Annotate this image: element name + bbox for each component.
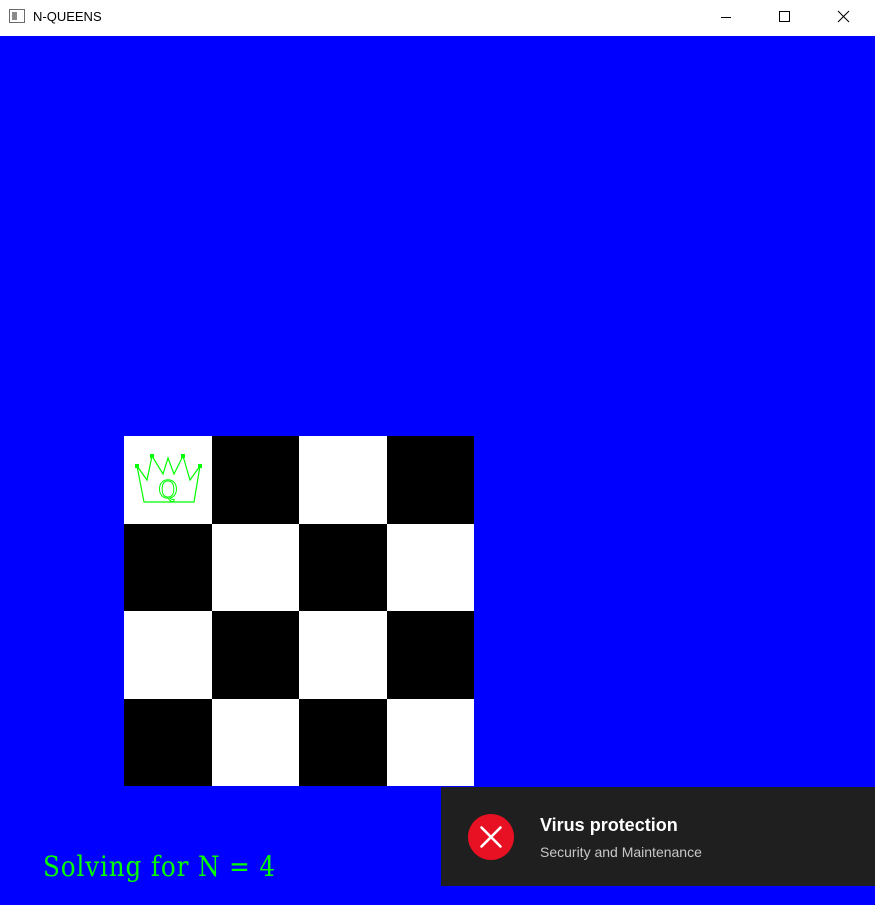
board-square-r2-c2[interactable] [211,523,299,611]
board-square-r4-c1[interactable] [124,698,212,786]
solving-status-label: Solving for N = 4 [43,850,276,883]
error-circle-icon [468,814,514,860]
toast-title: Virus protection [540,815,678,835]
board-square-r3-c3[interactable] [299,611,387,699]
maximize-button[interactable] [756,0,814,35]
board-square-r4-c3[interactable] [299,698,387,786]
window-title: N-QUEENS [33,9,102,24]
close-button[interactable] [815,0,873,35]
queen-crown-tip [135,464,139,468]
board-square-r4-c4[interactable] [386,698,474,786]
minimize-icon [721,17,731,18]
board-square-r1-c1[interactable]: Q [124,436,212,524]
board-square-r3-c4[interactable] [386,611,474,699]
app-window-icon[interactable] [9,9,25,23]
queen-crown-tip [181,454,185,458]
queens-canvas: Q Solving for N = 4 [0,36,875,905]
board-square-r2-c1[interactable] [124,523,212,611]
board-square-r4-c2[interactable] [211,698,299,786]
app-window: N-QUEENS Q Solving for N = 4 Virus prote… [0,0,875,905]
minimize-button[interactable] [697,0,755,35]
board-square-r3-c1[interactable] [124,611,212,699]
toast-subtitle: Security and Maintenance [540,844,702,860]
maximize-icon [779,11,790,22]
notification-toast[interactable]: Virus protection Security and Maintenanc… [441,787,875,886]
board-square-r1-c3[interactable] [299,436,387,524]
board-square-r2-c3[interactable] [299,523,387,611]
board-square-r1-c4[interactable] [386,436,474,524]
chess-board: Q [124,436,474,786]
queen-crown-icon: Q [135,454,202,505]
queen-letter: Q [158,476,178,504]
board-square-r3-c2[interactable] [211,611,299,699]
queen-crown-tip [198,464,202,468]
close-icon [837,10,850,23]
board-square-r2-c4[interactable] [386,523,474,611]
board-square-r1-c2[interactable] [211,436,299,524]
queen-crown-tip [150,454,154,458]
title-bar[interactable]: N-QUEENS [0,0,875,35]
